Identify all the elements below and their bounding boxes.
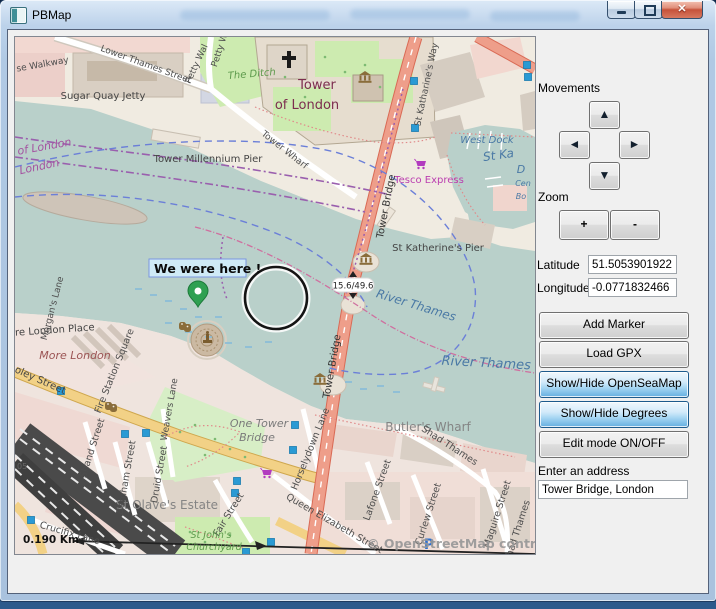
map-label-cen: Cen <box>515 179 531 188</box>
map-label-sugar-quay-jetty: Sugar Quay Jetty <box>61 91 146 102</box>
app-icon <box>10 7 27 24</box>
zoom-out-button[interactable]: - <box>610 210 660 240</box>
toggle-degrees-button[interactable]: Show/Hide Degrees <box>539 401 689 428</box>
map-label-tower-millennium-pier: Tower Millennium Pier <box>153 154 264 165</box>
movements-label: Movements <box>538 81 600 95</box>
marker-label[interactable]: We were here ! <box>149 259 261 277</box>
map-label-tesco-express: Tesco Express <box>393 175 464 186</box>
map-label-one-tower-bridge-1: One Tower <box>230 417 290 430</box>
bridge-badge-text: 15.6/49.6 <box>333 282 374 292</box>
map-label-st-johns-2: Churchyard <box>186 542 242 553</box>
latitude-label: Latitude <box>537 258 580 272</box>
title-bar[interactable]: PBMap ✕ <box>0 0 716 30</box>
desktop-background: PBMap ✕ <box>0 0 716 609</box>
close-icon: ✕ <box>662 2 702 15</box>
longitude-input[interactable] <box>588 278 677 297</box>
glass-reflection <box>180 10 330 20</box>
map-label-st-johns-1: St John's <box>191 530 232 541</box>
map-label-ref-05: 05 <box>17 462 27 471</box>
glass-reflection <box>350 9 470 19</box>
app-window: PBMap ✕ <box>0 0 716 601</box>
minimize-button[interactable] <box>607 1 636 19</box>
map-label-tower-of-london-1: Tower <box>297 78 336 93</box>
zoom-in-button[interactable]: + <box>559 210 609 240</box>
move-left-button[interactable]: ◄ <box>559 131 590 159</box>
move-down-button[interactable]: ▼ <box>589 162 620 190</box>
maximize-button[interactable] <box>634 1 663 19</box>
window-title: PBMap <box>32 8 71 22</box>
map-canvas[interactable]: We were here ! 15.6/49.6 se Walkway Lowe… <box>15 37 535 554</box>
move-right-button[interactable]: ► <box>619 131 650 159</box>
marker-label-text: We were here ! <box>154 261 261 276</box>
map-label-bo: Bo <box>516 192 526 201</box>
close-button[interactable]: ✕ <box>661 1 703 19</box>
address-label: Enter an address <box>538 464 629 478</box>
load-gpx-button[interactable]: Load GPX <box>539 341 689 368</box>
map-label-st-olaves-estate: St Olave's Estate <box>116 498 218 512</box>
scale-text: 0.190 Km <box>23 534 79 546</box>
map-label-one-tower-bridge-2: Bridge <box>239 431 275 444</box>
zoom-label: Zoom <box>538 190 569 204</box>
client-area: We were here ! 15.6/49.6 se Walkway Lowe… <box>8 30 708 593</box>
address-input[interactable] <box>538 480 688 499</box>
map-container[interactable]: We were here ! 15.6/49.6 se Walkway Lowe… <box>14 36 536 555</box>
latitude-input[interactable] <box>588 255 677 274</box>
glass-reflection <box>490 11 580 21</box>
map-label-west-dock: West Dock <box>460 135 515 146</box>
map-label-st-katherines-pier: St Katherine's Pier <box>392 243 485 254</box>
map-label-d: D <box>517 163 525 176</box>
map-label-tower-of-london-2: of London <box>275 98 339 113</box>
map-attribution: © OpenStreetMap contributors <box>367 536 535 551</box>
maximize-icon <box>644 5 656 16</box>
longitude-label: Longitude <box>537 281 590 295</box>
toggle-openseamap-button[interactable]: Show/Hide OpenSeaMap <box>539 371 689 398</box>
minimize-icon <box>617 11 626 14</box>
edit-mode-button[interactable]: Edit mode ON/OFF <box>539 431 689 458</box>
move-up-button[interactable]: ▲ <box>589 101 620 129</box>
map-label-more-london: More London <box>39 349 111 362</box>
add-marker-button[interactable]: Add Marker <box>539 312 689 339</box>
